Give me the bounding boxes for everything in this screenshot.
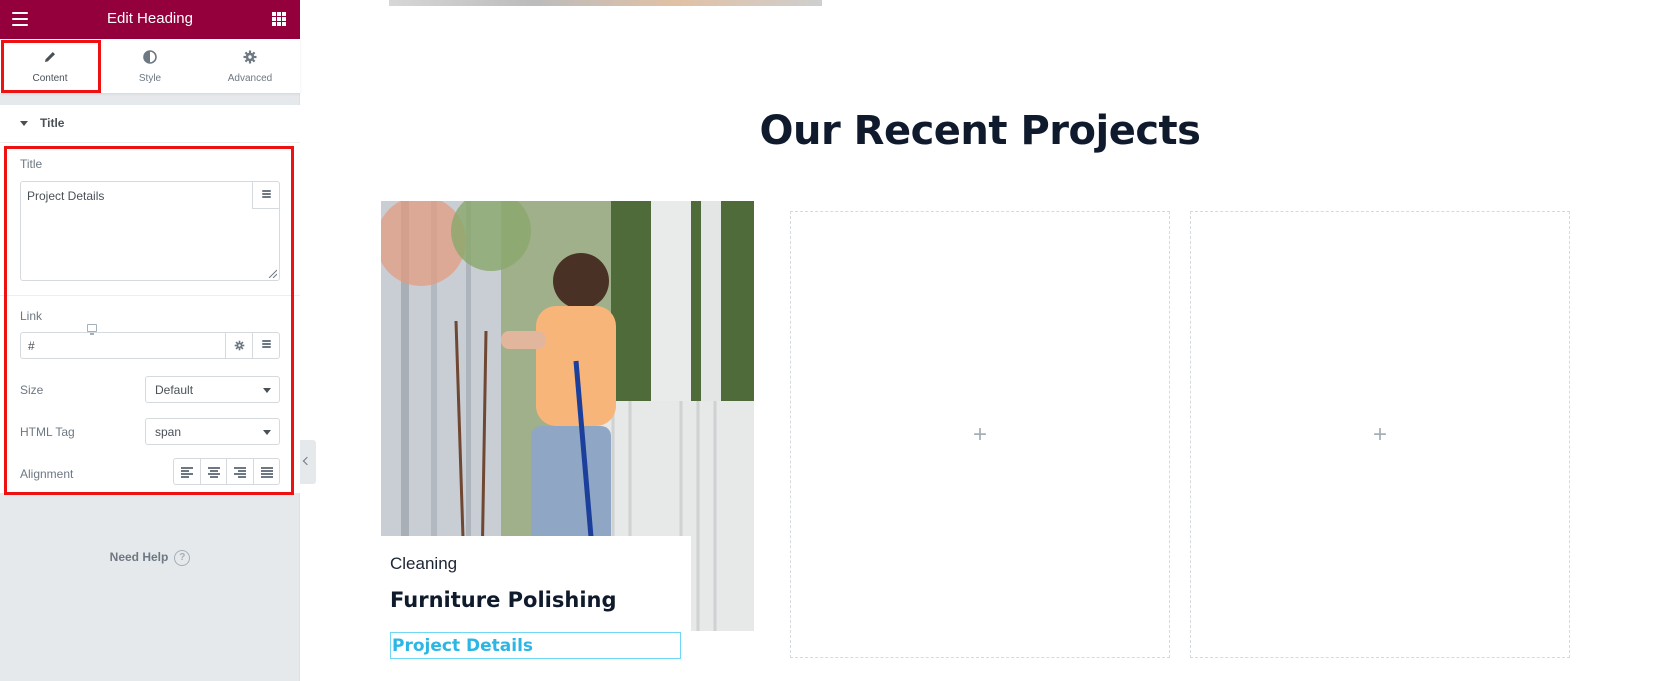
project-details-link[interactable]: Project Details <box>392 636 533 656</box>
title-control-label: Title <box>20 157 43 171</box>
project-card: Cleaning Furniture Polishing Project Det… <box>381 536 691 681</box>
pencil-icon <box>45 52 55 62</box>
size-select-value: Default <box>155 383 194 397</box>
html-tag-select-value: span <box>155 425 182 439</box>
project-category: Cleaning <box>390 554 458 573</box>
previous-image-edge <box>389 0 822 6</box>
size-control-label: Size <box>20 383 44 397</box>
hamburger-menu-icon[interactable] <box>12 12 28 26</box>
empty-column-placeholder[interactable]: + <box>790 211 1170 658</box>
panel-tabs: Content Style Advanced <box>0 39 300 93</box>
tab-style[interactable]: Style <box>100 39 200 93</box>
gear-icon <box>243 50 257 64</box>
database-icon <box>262 340 271 350</box>
apps-grid-icon[interactable] <box>272 12 286 26</box>
dynamic-tags-button[interactable] <box>252 182 279 209</box>
alignment-choices <box>173 458 280 485</box>
add-widget-icon[interactable]: + <box>973 421 987 449</box>
contrast-icon <box>143 50 157 64</box>
align-left-button[interactable] <box>174 459 200 484</box>
link-input[interactable]: # <box>20 332 280 359</box>
align-center-button[interactable] <box>199 459 227 484</box>
title-textarea-value: Project Details <box>27 189 105 203</box>
section-heading[interactable]: Our Recent Projects <box>700 108 1260 154</box>
chevron-down-icon <box>263 388 271 393</box>
collapse-panel-button[interactable] <box>300 440 316 484</box>
link-input-value: # <box>28 339 35 353</box>
database-icon <box>262 190 271 200</box>
alignment-control-label: Alignment <box>20 467 74 481</box>
tab-advanced-label: Advanced <box>227 73 273 84</box>
gear-icon <box>234 340 245 351</box>
title-textarea[interactable]: Project Details <box>20 181 280 281</box>
link-options-button[interactable] <box>225 333 252 358</box>
resize-handle-icon[interactable] <box>267 268 277 278</box>
section-title-toggle[interactable]: Title <box>0 105 300 143</box>
need-help-label: Need Help <box>109 550 169 565</box>
panel-title: Edit Heading <box>107 10 193 27</box>
tab-content-label: Content <box>32 73 68 84</box>
tab-content[interactable]: Content <box>0 39 100 93</box>
project-details-heading[interactable]: Project Details <box>390 632 681 659</box>
divider <box>0 295 300 296</box>
content-controls: Title Project Details Link # Size Defaul… <box>0 143 300 493</box>
caret-down-icon <box>20 121 28 126</box>
tab-advanced[interactable]: Advanced <box>200 39 300 93</box>
panel-header: Edit Heading <box>0 0 300 39</box>
monitor-icon[interactable] <box>87 324 97 335</box>
chevron-down-icon <box>263 430 271 435</box>
tab-style-label: Style <box>138 73 162 84</box>
align-justify-button[interactable] <box>252 459 280 484</box>
empty-column-placeholder[interactable]: + <box>1190 211 1570 658</box>
dynamic-tags-button[interactable] <box>252 333 279 358</box>
size-select[interactable]: Default <box>145 376 280 403</box>
project-name[interactable]: Furniture Polishing <box>390 588 617 612</box>
html-tag-control-label: HTML Tag <box>20 425 75 439</box>
add-widget-icon[interactable]: + <box>1373 421 1387 449</box>
chevron-left-icon <box>302 456 312 466</box>
question-icon: ? <box>174 550 191 566</box>
align-right-button[interactable] <box>226 459 253 484</box>
link-control-label: Link <box>20 309 43 323</box>
section-title-label: Title <box>40 116 65 130</box>
need-help-link[interactable]: Need Help? <box>0 550 300 566</box>
html-tag-select[interactable]: span <box>145 418 280 445</box>
editor-panel: Edit Heading Content Style Advanced Titl… <box>0 0 300 681</box>
